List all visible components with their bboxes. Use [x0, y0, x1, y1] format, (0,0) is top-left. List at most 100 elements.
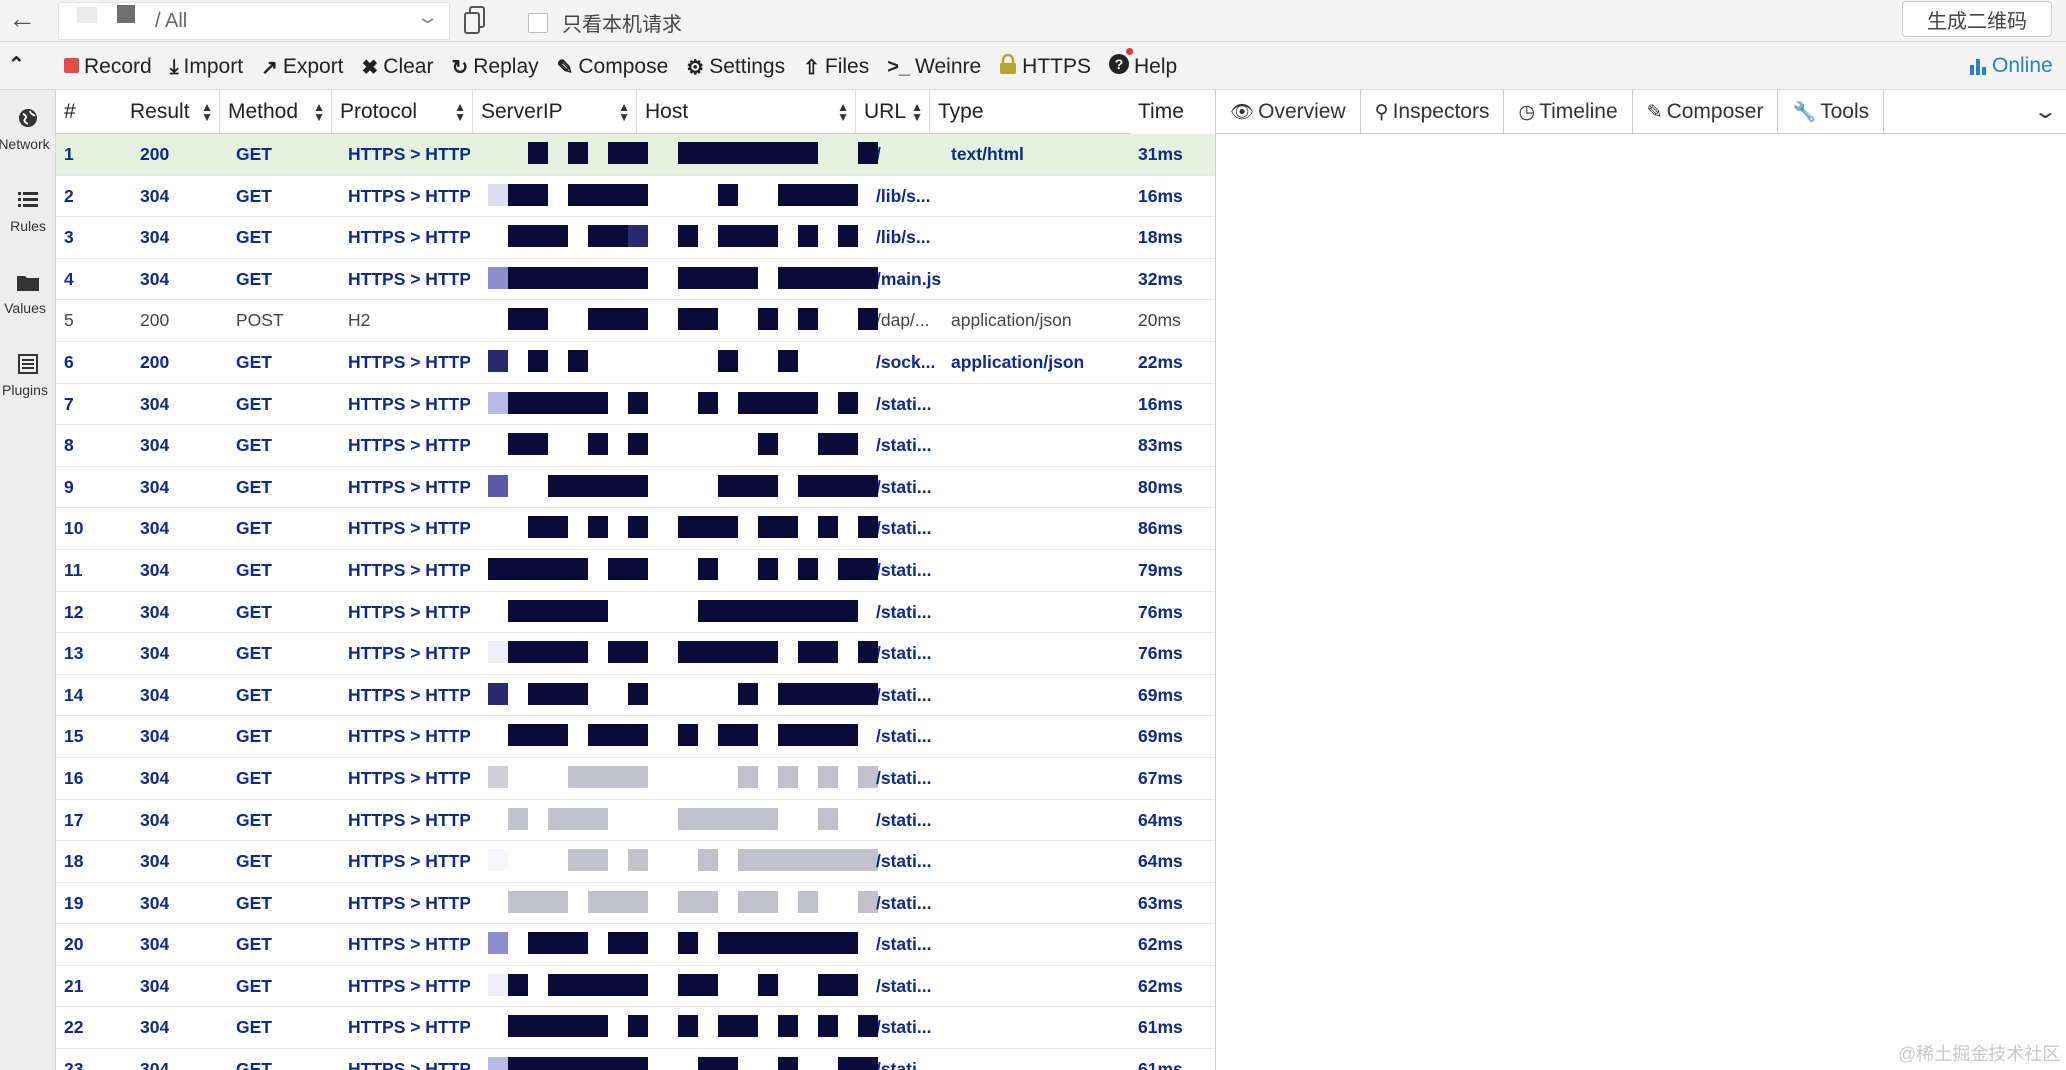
cell-method: GET: [236, 1059, 272, 1070]
settings-button[interactable]: ⚙ Settings: [686, 54, 785, 80]
table-row[interactable]: 16 304 GET HTTPS > HTTP/stati... 67ms: [56, 758, 1215, 800]
table-row[interactable]: 13 304 GET HTTPS > HTTP/stati... 76ms: [56, 633, 1215, 675]
cell-method: GET: [236, 892, 272, 913]
table-row[interactable]: 14 304 GET HTTPS > HTTP/stati... 69ms: [56, 675, 1215, 717]
toolbar: ⌃ Record ⤓ Import ↗ Export ✖ Clear ↻ Rep…: [0, 42, 2066, 90]
cell-result: 200: [140, 310, 170, 331]
cell-protocol: H2: [348, 310, 371, 331]
sidebar-item-label: Values: [4, 300, 46, 316]
tab-tools[interactable]: 🔧 Tools: [1778, 90, 1885, 134]
sidebar-item-network[interactable]: Network: [0, 108, 56, 152]
tab-inspectors[interactable]: ⚲ Inspectors: [1361, 90, 1505, 134]
svg-text:?: ?: [1115, 56, 1124, 72]
table-row[interactable]: 18 304 GET HTTPS > HTTP/stati... 64ms: [56, 841, 1215, 883]
cell-result: 304: [140, 227, 170, 248]
table-row[interactable]: 12 304 GET HTTPS > HTTP/stati... 76ms: [56, 592, 1215, 634]
redacted-block: [488, 807, 858, 832]
only-local-checkbox[interactable]: [528, 12, 548, 33]
cell-time: 64ms: [1138, 809, 1183, 830]
tab-composer[interactable]: ✎ Composer: [1633, 90, 1779, 134]
table-row[interactable]: 19 304 GET HTTPS > HTTP/stati... 63ms: [56, 883, 1215, 925]
cell-time: 18ms: [1138, 227, 1183, 248]
https-button[interactable]: HTTPS: [999, 53, 1091, 80]
table-row[interactable]: 9 304 GET HTTPS > HTTP/stati... 80ms: [56, 467, 1215, 509]
cell-time: 62ms: [1138, 934, 1183, 955]
column-url[interactable]: URL ▲ ▼: [856, 90, 930, 134]
column-time[interactable]: Time: [1130, 90, 1215, 134]
cell-n: 7: [64, 393, 74, 414]
collapse-icon[interactable]: ⌃: [8, 52, 25, 77]
table-row[interactable]: 1 200 GET HTTPS > HTTP / text/html 31ms: [56, 134, 1215, 176]
sidebar: Network Rules Values Plugins: [0, 90, 56, 1070]
help-button[interactable]: ? Help: [1109, 48, 1177, 80]
column-host[interactable]: Host ▲ ▼: [637, 90, 856, 134]
filter-select[interactable]: / All ⌄: [58, 2, 450, 40]
cell-n: 20: [64, 934, 84, 955]
cell-url: /stati...: [876, 934, 932, 955]
cell-method: GET: [236, 601, 272, 622]
clear-button[interactable]: ✖ Clear: [362, 54, 434, 80]
cell-result: 304: [140, 809, 170, 830]
weinre-label: Weinre: [915, 55, 982, 78]
table-row[interactable]: 20 304 GET HTTPS > HTTP/stati... 62ms: [56, 924, 1215, 966]
table-row[interactable]: 11 304 GET HTTPS > HTTP/stati... 79ms: [56, 550, 1215, 592]
cell-url: /stati...: [876, 892, 932, 913]
cell-time: 16ms: [1138, 185, 1183, 206]
weinre-button[interactable]: >_ Weinre: [887, 54, 981, 80]
column-method[interactable]: Method ▲ ▼: [220, 90, 332, 134]
table-row[interactable]: 4 304 GET HTTPS > HTTP/main.js 32ms: [56, 259, 1215, 301]
files-label: Files: [824, 55, 870, 78]
sidebar-item-values[interactable]: Values: [0, 272, 56, 316]
files-button[interactable]: ⇧ Files: [803, 54, 869, 80]
column-server-ip[interactable]: ServerIP ▲ ▼: [473, 90, 637, 134]
cell-url: /stati...: [876, 851, 932, 872]
table-row[interactable]: 2 304 GET HTTPS > HTTP/lib/s... 16ms: [56, 176, 1215, 218]
cell-result: 304: [140, 393, 170, 414]
back-arrow-icon[interactable]: ←: [8, 5, 36, 34]
cell-url: /: [876, 144, 881, 164]
tab-overview[interactable]: 👁 Overview: [1216, 90, 1361, 134]
column-result[interactable]: Result ▲ ▼: [122, 90, 220, 134]
compose-button[interactable]: ✎ Compose: [557, 54, 669, 80]
list-icon: [0, 190, 56, 216]
only-local-toggle[interactable]: 只看本机请求: [528, 8, 682, 37]
replay-button[interactable]: ↻ Replay: [451, 54, 538, 80]
cell-url: /stati...: [876, 767, 932, 788]
table-row[interactable]: 10 304 GET HTTPS > HTTP/stati... 86ms: [56, 508, 1215, 550]
cell-protocol: HTTPS > HTTP: [348, 767, 470, 788]
table-row[interactable]: 3 304 GET HTTPS > HTTP/lib/s... 18ms: [56, 217, 1215, 259]
copy-icon[interactable]: [462, 4, 488, 36]
column-number[interactable]: #: [56, 90, 122, 134]
table-row[interactable]: 8 304 GET HTTPS > HTTP/stati... 83ms: [56, 425, 1215, 467]
redacted-block: [488, 1015, 878, 1039]
search-icon: ⚲: [1374, 102, 1389, 123]
table-row[interactable]: 15 304 GET HTTPS > HTTP/stati... 69ms: [56, 716, 1215, 758]
redacted-block: [488, 641, 878, 665]
generate-qr-button[interactable]: 生成二维码: [1902, 1, 2052, 37]
cell-result: 304: [140, 435, 170, 456]
sidebar-item-rules[interactable]: Rules: [0, 190, 56, 234]
cell-result: 304: [140, 476, 170, 497]
redacted-block: [488, 765, 878, 790]
table-row[interactable]: 23 304 GET HTTPS > HTTP/stati... 61ms: [56, 1049, 1215, 1070]
table-row[interactable]: 17 304 GET HTTPS > HTTP/stati... 64ms: [56, 800, 1215, 842]
gear-icon: ⚙: [686, 56, 705, 79]
cell-protocol: HTTPS > HTTP: [348, 601, 470, 622]
cell-n: 19: [64, 892, 84, 913]
sidebar-item-plugins[interactable]: Plugins: [0, 354, 56, 398]
tab-timeline[interactable]: ◷ Timeline: [1504, 90, 1633, 134]
table-row[interactable]: 6 200 GET HTTPS > HTTP/sock... application/j…: [56, 342, 1215, 384]
online-button[interactable]: Online: [1970, 54, 2053, 78]
cell-n: 9: [64, 476, 74, 497]
record-button[interactable]: Record: [64, 54, 152, 80]
column-protocol[interactable]: Protocol ▲ ▼: [332, 90, 473, 134]
import-button[interactable]: ⤓ Import: [170, 54, 243, 80]
table-row[interactable]: 22 304 GET HTTPS > HTTP/stati... 61ms: [56, 1007, 1215, 1050]
export-button[interactable]: ↗ Export: [261, 54, 343, 80]
chevron-down-icon[interactable]: ⌄: [2033, 99, 2058, 124]
table-row[interactable]: 7 304 GET HTTPS > HTTP/stati... 16ms: [56, 384, 1215, 426]
edit-icon: ✎: [556, 56, 574, 79]
notification-dot: [1126, 48, 1134, 55]
table-row[interactable]: 21 304 GET HTTPS > HTTP/stati... 62ms: [56, 966, 1215, 1008]
table-row[interactable]: 5 200 POST H2/dap/... application/json 20ms: [56, 300, 1215, 342]
